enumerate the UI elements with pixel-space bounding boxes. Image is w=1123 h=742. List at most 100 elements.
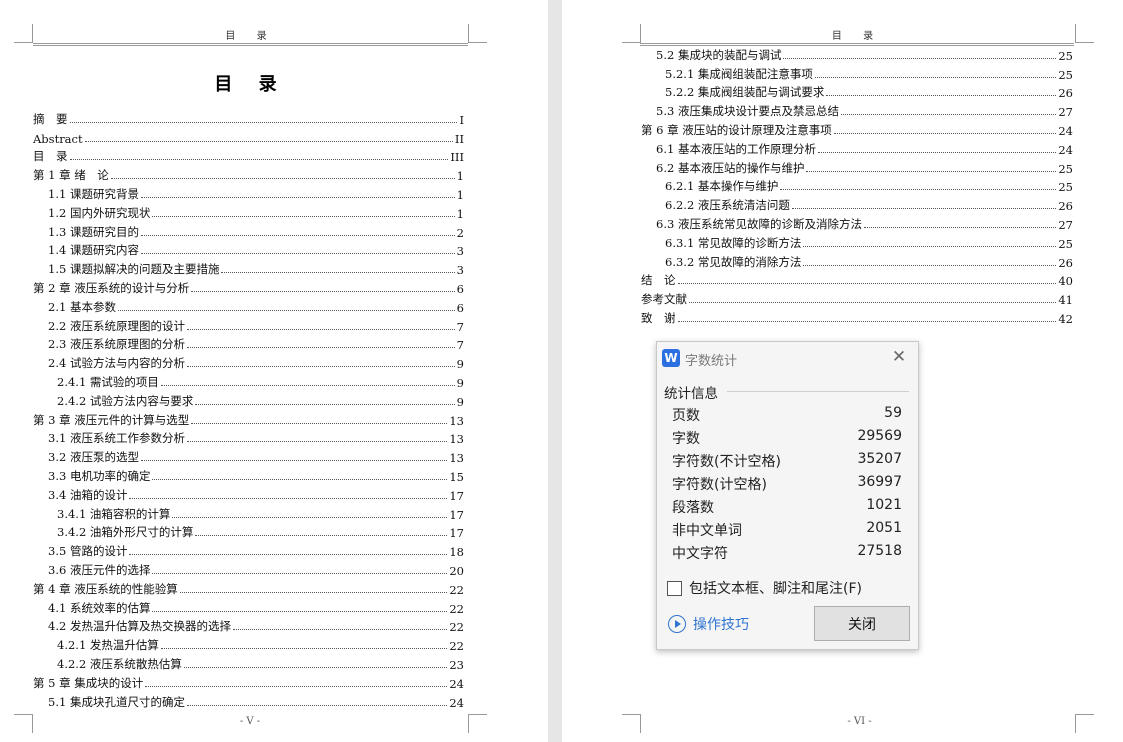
toc-entry-label: 结 论 [641,273,676,288]
close-button[interactable]: 关闭 [814,606,910,641]
toc-entry-label: 参考文献 [641,292,687,307]
toc-entry[interactable]: 第 3 章 液压元件的计算与选型 13 [33,409,464,428]
toc-entry-label: 3.6 液压元件的选择 [48,562,151,577]
toc-entry[interactable]: 5.2 集成块的装配与调试 25 [641,44,1073,63]
dialog-titlebar[interactable]: W 字数统计 ✕ [657,342,918,374]
toc-entry[interactable]: 5.1 集成块孔道尺寸的确定 24 [33,691,464,710]
crop-mark [468,24,487,43]
toc-entry[interactable]: 6.3 液压系统常见故障的诊断及消除方法 27 [641,213,1073,232]
toc-entry[interactable]: 1.1 课题研究背景 1 [33,183,464,202]
checkbox-box[interactable] [667,580,682,596]
toc-entry-page: 3 [456,263,464,278]
toc-entry[interactable]: 3.4.2 油箱外形尺寸的计算 17 [33,522,464,540]
page-footer: - V - [239,716,261,727]
toc-entry[interactable]: 4.2.2 液压系统散热估算 23 [33,653,464,672]
toc-entry-label: 6.1 基本液压站的工作原理分析 [656,141,816,156]
stat-label: 页数 [672,408,700,424]
toc-leader [183,666,448,668]
toc-entry[interactable]: 致 谢 42 [641,307,1073,326]
toc-entry-page: 13 [449,451,464,466]
toc-leader [179,591,448,593]
toc-leader [186,366,455,368]
toc-entry[interactable]: 1.4 课题研究内容 3 [33,240,464,258]
toc-entry-label: 2.1 基本参数 [48,299,116,314]
toc-entry-page: 20 [449,563,464,578]
toc-entry[interactable]: 6.3.2 常见故障的消除方法 26 [641,251,1073,270]
toc-entry[interactable]: 4.2 发热温升估算及热交换器的选择 22 [33,616,464,634]
toc-leader [191,422,448,424]
toc-entry[interactable]: 5.2.1 集成阀组装配注意事项 25 [641,63,1073,82]
stat-value: 1021 [866,497,902,513]
toc-entry[interactable]: 1.3 课题研究目的 2 [33,221,464,240]
close-icon[interactable]: ✕ [890,348,908,366]
toc-entry[interactable]: 2.1 基本参数 6 [33,296,464,315]
toc-entry[interactable]: 3.2 液压泵的选型 13 [33,446,464,465]
toc-entry-page: 9 [456,357,464,372]
toc-entry[interactable]: 摘 要I [33,108,464,127]
toc-entry[interactable]: 3.5 管路的设计 18 [33,540,464,559]
stat-row: 非中文单词 2051 [672,520,902,543]
toc-leader [140,196,455,198]
toc-entry[interactable]: 6.3.1 常见故障的诊断方法 25 [641,232,1073,251]
toc-entry[interactable]: 5.2.2 集成阀组装配与调试要求 26 [641,82,1073,100]
toc-entry-label: 4.2 发热温升估算及热交换器的选择 [48,619,231,634]
toc-leader [160,384,455,386]
toc-entry[interactable]: 3.4 油箱的设计 17 [33,484,464,503]
toc-entry[interactable]: 第 5 章 集成块的设计 24 [33,672,464,691]
toc-leader [117,309,455,311]
toc-entry[interactable]: 5.3 液压集成块设计要点及禁忌总结 27 [641,100,1073,119]
toc-entry[interactable]: 2.2 液压系统原理图的设计 7 [33,315,464,334]
stat-row: 字符数(不计空格) 35207 [672,451,902,474]
toc-entry-page: 24 [1058,123,1073,138]
toc-entry[interactable]: 3.3 电机功率的确定 15 [33,465,464,484]
toc-entry[interactable]: 2.4 试验方法与内容的分析 9 [33,352,464,371]
toc-entry[interactable]: 3.4.1 油箱容积的计算 17 [33,503,464,522]
toc-entry[interactable]: 结 论 40 [641,270,1073,288]
toc-entry[interactable]: 4.1 系统效率的估算 22 [33,597,464,616]
toc-entry[interactable]: 第 2 章 液压系统的设计与分析 6 [33,277,464,296]
tips-link[interactable]: 操作技巧 [668,614,749,634]
toc-entry-label: 第 1 章 绪 论 [33,168,109,183]
toc-entry[interactable]: 第 4 章 液压系统的性能验算 22 [33,578,464,597]
toc-entry-label: 3.4.1 油箱容积的计算 [57,506,171,521]
toc-entry[interactable]: 6.1 基本液压站的工作原理分析 24 [641,138,1073,157]
toc-leader [817,151,1057,153]
include-textbox-checkbox[interactable]: 包括文本框、脚注和尾注(F) [667,578,862,598]
toc-entry-label: 6.2.2 液压系统清洁问题 [665,198,790,213]
toc-entry-page: 27 [1058,105,1073,120]
toc-entry-label: 第 4 章 液压系统的性能验算 [33,581,178,596]
toc-entry[interactable]: Abstract II [33,127,464,146]
toc-leader [826,95,1057,97]
stat-row: 段落数 1021 [672,497,902,520]
toc-entry[interactable]: 2.4.2 试验方法内容与要求 9 [33,390,464,409]
toc-leader [186,441,448,443]
toc-list: 5.2 集成块的装配与调试 25 5.2.1 集成阀组装配注意事项 25 5.2.2 集… [641,44,1073,326]
toc-entry[interactable]: 3.6 液压元件的选择 20 [33,559,464,578]
toc-entry-page: 22 [449,582,464,597]
toc-entry[interactable]: 2.4.1 需试验的项目 9 [33,371,464,390]
toc-entry[interactable]: 3.1 液压系统工作参数分析 13 [33,428,464,446]
toc-entry-label: 1.5 课题拟解决的问题及主要措施 [48,262,220,277]
toc-entry[interactable]: 第 1 章 绪 论 1 [33,164,464,183]
toc-entry-label: 4.1 系统效率的估算 [48,600,151,615]
toc-entry[interactable]: 2.3 液压系统原理图的分析 7 [33,334,464,352]
toc-entry[interactable]: 6.2.1 基本操作与维护 25 [641,176,1073,194]
tips-label: 操作技巧 [693,617,749,633]
toc-entry-page: 42 [1058,311,1073,326]
toc-entry[interactable]: 6.2.2 液压系统清洁问题 26 [641,194,1073,213]
stat-label: 字数 [672,431,700,447]
toc-entry[interactable]: 4.2.1 发热温升估算 22 [33,634,464,653]
toc-entry[interactable]: 第 6 章 液压站的设计原理及注意事项 24 [641,119,1073,138]
toc-leader [840,114,1057,116]
toc-entry[interactable]: 1.2 国内外研究现状 1 [33,202,464,221]
toc-entry-label: 第 5 章 集成块的设计 [33,675,144,690]
toc-entry-label: 6.3.2 常见故障的消除方法 [665,254,802,269]
toc-leader [232,629,448,631]
toc-entry[interactable]: 1.5 课题拟解决的问题及主要措施 3 [33,258,464,277]
toc-entry[interactable]: 目 录 III [33,146,464,164]
stat-label: 字符数(计空格) [672,477,767,493]
toc-entry-page: 2 [456,225,464,240]
toc-leader [833,132,1057,134]
toc-entry[interactable]: 6.2 基本液压站的操作与维护 25 [641,157,1073,176]
toc-entry[interactable]: 参考文献 41 [641,288,1073,307]
